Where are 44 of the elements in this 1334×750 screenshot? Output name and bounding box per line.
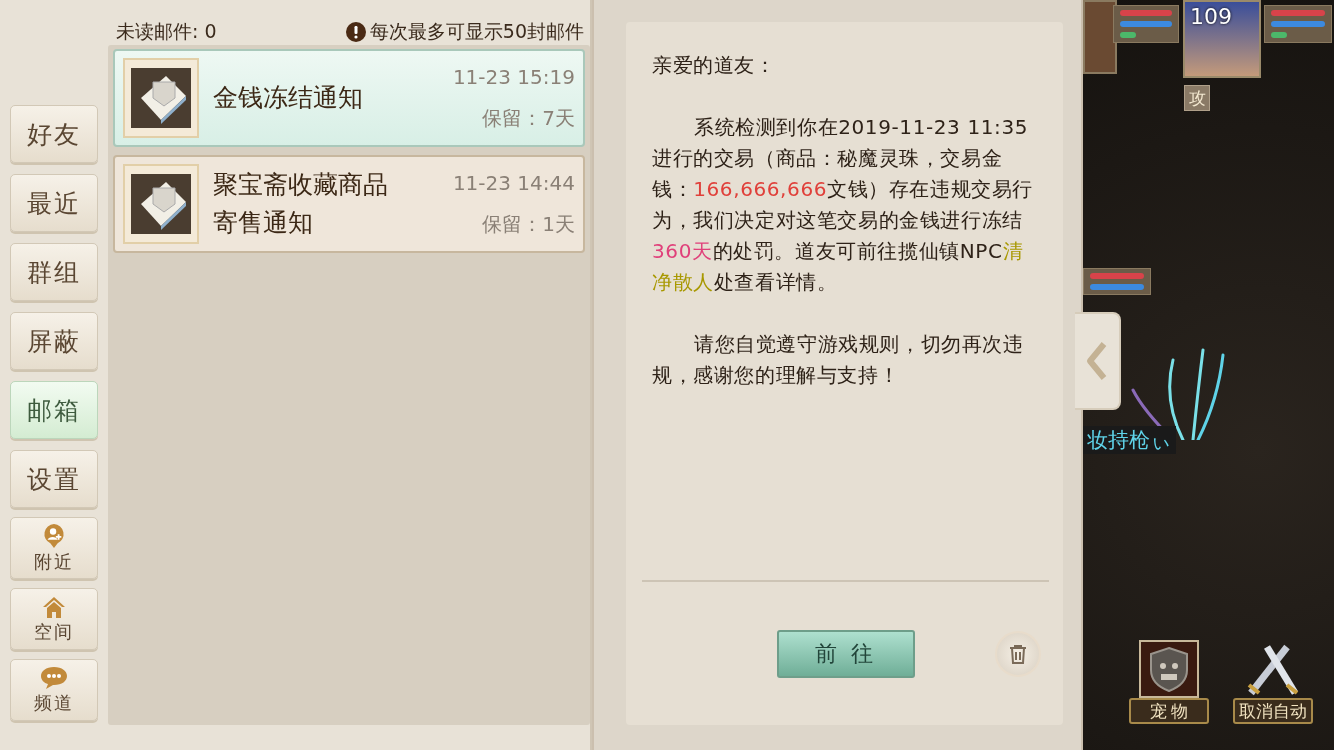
letter-icon xyxy=(123,164,199,244)
person-pin-icon xyxy=(43,522,65,549)
retention-label: 保留：7天 xyxy=(482,104,575,132)
sidebar-tab[interactable]: 群组 xyxy=(10,243,98,301)
mail-time: 11-23 14:44 xyxy=(452,170,575,195)
exclamation-icon xyxy=(345,22,366,42)
skill-label: 取消自动 xyxy=(1233,698,1313,724)
mail-limit-notice: 每次最多可显示50封邮件 xyxy=(369,19,584,44)
level-number: 109 xyxy=(1190,4,1232,29)
message-paragraph: 系统检测到你在2019-11-23 11:35进行的交易（商品：秘魔灵珠，交易金钱：166,666,666文钱）存在违规交易行为，我们决定对这笔交易的金钱进行冻结 360天的处罚。道友可前往揽仙镇NPC清净散人处查看详情。 xyxy=(652,114,1035,296)
letter-icon xyxy=(123,58,199,138)
retention-label: 保留：1天 xyxy=(482,210,575,238)
go-button[interactable]: 前 往 xyxy=(777,629,915,678)
delete-button[interactable] xyxy=(995,630,1041,677)
health-bars xyxy=(1264,5,1332,43)
chevron-left-icon xyxy=(1086,341,1108,381)
collapse-tab[interactable] xyxy=(1075,312,1121,410)
mail-title: 金钱冻结通知 xyxy=(213,82,364,114)
skill-button[interactable]: 宠 物 xyxy=(1129,640,1209,724)
mail-title: 聚宝斋收藏商品寄售通知 xyxy=(213,169,389,239)
chat-bubble-icon xyxy=(40,665,68,690)
npc-name: 妆持枪ぃ xyxy=(1083,426,1176,454)
health-bars xyxy=(1113,5,1179,43)
sidebar-tab[interactable]: 频道 xyxy=(10,659,98,721)
sidebar-tab[interactable]: 好友 xyxy=(10,105,98,163)
sidebar-tab[interactable]: 最近 xyxy=(10,174,98,232)
sidebar-tab[interactable]: 邮箱 xyxy=(10,381,98,439)
unread-count: 未读邮件: 0 xyxy=(116,19,217,44)
mail-time: 11-23 15:19 xyxy=(452,64,575,89)
character-portrait[interactable]: 109 xyxy=(1183,0,1261,78)
health-bars xyxy=(1083,268,1151,295)
sidebar-tab[interactable]: 屏蔽 xyxy=(10,312,98,370)
mail-item[interactable]: 聚宝斋收藏商品寄售通知 11-23 14:44 保留：1天 xyxy=(113,155,585,253)
shield-icon xyxy=(1139,640,1199,698)
sidebar-tab[interactable]: 设置 xyxy=(10,450,98,508)
skill-button[interactable]: 取消自动 xyxy=(1233,640,1313,724)
house-icon xyxy=(41,594,67,619)
greeting-text: 亲爱的道友： xyxy=(652,52,777,79)
sidebar-tab[interactable]: 附近 xyxy=(10,517,98,579)
skill-label: 宠 物 xyxy=(1129,698,1209,724)
message-paragraph: 请您自觉遵守游戏规则，切勿再次违规，感谢您的理解与支持！ xyxy=(652,331,1025,389)
mail-item[interactable]: 金钱冻结通知 11-23 15:19 保留：7天 xyxy=(113,49,585,147)
sidebar-tab[interactable]: 空间 xyxy=(10,588,98,650)
attack-badge: 攻 xyxy=(1184,85,1210,111)
